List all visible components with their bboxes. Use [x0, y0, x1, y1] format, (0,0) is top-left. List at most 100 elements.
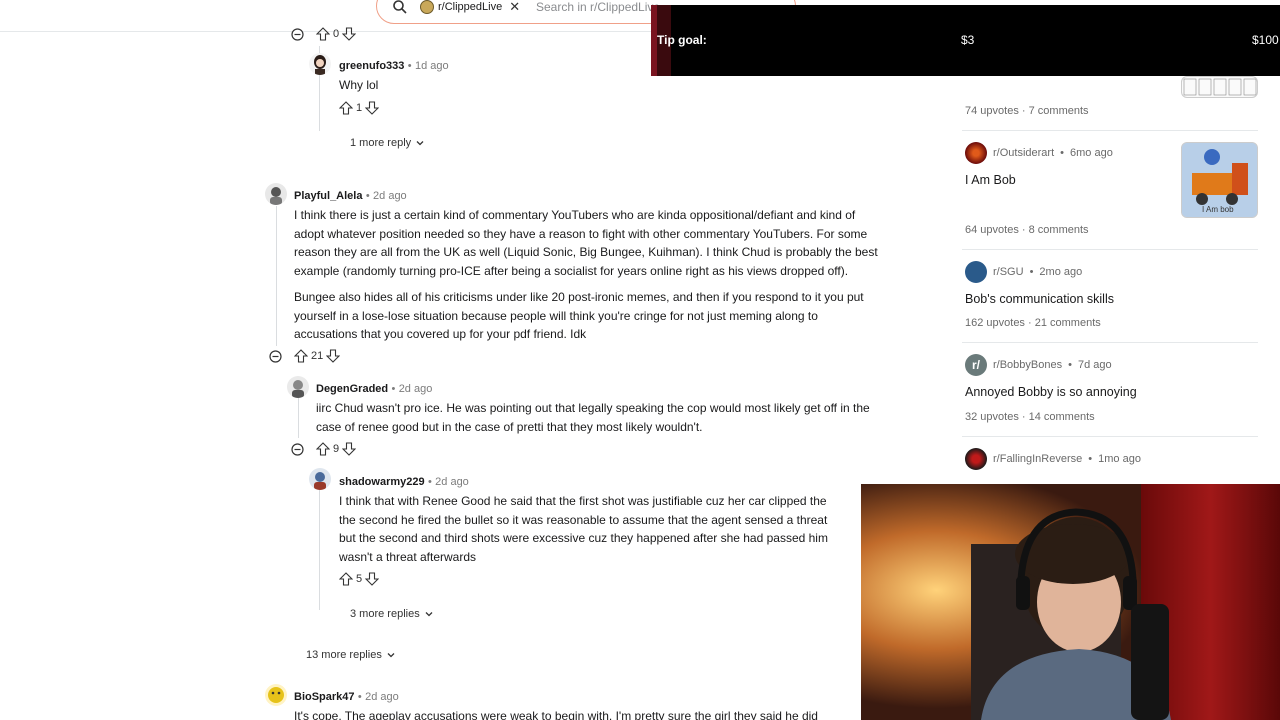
- subreddit-meta[interactable]: r/FallingInReverse • 1mo ago: [965, 448, 1141, 470]
- comment-line: reason they are all from the UK as well …: [294, 245, 878, 259]
- comment-line: Bungee also hides all of his criticisms …: [294, 290, 864, 304]
- post-title[interactable]: I Am Bob: [965, 173, 1016, 187]
- subreddit-meta[interactable]: r/Outsiderart • 6mo ago: [965, 142, 1113, 164]
- post-time: 2mo ago: [1039, 266, 1083, 278]
- post-title[interactable]: Annoyed Bobby is so annoying: [965, 385, 1137, 399]
- upvote-count: 64 upvotes: [965, 224, 1019, 236]
- subreddit-chip[interactable]: r/ClippedLive ✕: [420, 0, 520, 15]
- comment-line: adopt whatever position needed so they h…: [294, 226, 868, 241]
- search-input[interactable]: Search in r/ClippedLive: [536, 0, 660, 14]
- avatar[interactable]: [265, 684, 287, 706]
- webcam-overlay: [861, 484, 1280, 720]
- avatar[interactable]: [309, 53, 331, 75]
- vote-count: 5: [356, 573, 363, 585]
- avatar[interactable]: [265, 183, 287, 205]
- post-stats: 74 upvotes · 7 comments: [965, 105, 1089, 117]
- subreddit-icon: [965, 448, 987, 470]
- dot: •: [427, 476, 432, 488]
- comment-paragraph: I think that with Renee Good he said tha…: [339, 492, 828, 566]
- thread-line: [319, 490, 320, 610]
- upvote-icon[interactable]: [294, 349, 308, 363]
- more-replies-button[interactable]: 1 more reply: [344, 133, 431, 153]
- chevron-down-icon: [425, 612, 433, 617]
- subreddit-name: r/Outsiderart: [993, 147, 1055, 159]
- subreddit-icon: [965, 142, 987, 164]
- username[interactable]: BioSpark47: [294, 691, 355, 703]
- downvote-icon[interactable]: [365, 572, 380, 586]
- vote-row: 9: [316, 442, 357, 456]
- post-stats: 32 upvotes · 14 comments: [965, 411, 1095, 423]
- downvote-icon[interactable]: [342, 442, 357, 456]
- comment-line: yourself in a lose-lose situation becaus…: [294, 308, 818, 323]
- dot: •: [357, 691, 362, 703]
- comment-line: I think that with Renee Good he said tha…: [339, 494, 827, 508]
- downvote-icon[interactable]: [342, 27, 357, 41]
- post-title[interactable]: Bob's communication skills: [965, 292, 1114, 306]
- comment-count: 14 comments: [1028, 411, 1095, 423]
- upvote-count: 74 upvotes: [965, 105, 1019, 117]
- timestamp: 1d ago: [414, 60, 449, 72]
- tip-goal-overlay: Tip goal: $3 $100: [651, 5, 1280, 76]
- divider: [962, 130, 1258, 131]
- comment-count: 8 comments: [1028, 224, 1089, 236]
- downvote-icon[interactable]: [326, 349, 341, 363]
- post-thumbnail[interactable]: [1181, 76, 1258, 98]
- close-icon[interactable]: ✕: [509, 0, 520, 15]
- collapse-icon[interactable]: [291, 443, 304, 456]
- vote-count: 9: [333, 443, 340, 455]
- post-time: 1mo ago: [1098, 453, 1141, 465]
- vote-count: 1: [356, 102, 363, 114]
- avatar[interactable]: [287, 376, 309, 398]
- upvote-icon[interactable]: [316, 27, 330, 41]
- divider: [962, 249, 1258, 250]
- subreddit-name: r/FallingInReverse: [993, 453, 1083, 465]
- comment-line: accusations that you covered up for your…: [294, 327, 587, 341]
- comment-text: It's cope. The ageplay accusations were …: [294, 709, 818, 720]
- search-icon[interactable]: [392, 0, 408, 15]
- downvote-icon[interactable]: [365, 101, 380, 115]
- upvote-count: 162 upvotes: [965, 317, 1025, 329]
- chevron-down-icon: [387, 653, 395, 658]
- subreddit-meta[interactable]: r/SGU • 2mo ago: [965, 261, 1082, 283]
- post-time: 6mo ago: [1070, 147, 1113, 159]
- collapse-icon[interactable]: [291, 28, 304, 41]
- more-replies-button[interactable]: 13 more replies: [300, 645, 402, 665]
- subreddit-icon: [965, 261, 987, 283]
- thread-line: [298, 398, 299, 438]
- post-time: 7d ago: [1077, 359, 1112, 371]
- avatar[interactable]: [309, 468, 331, 490]
- dot: •: [365, 190, 370, 202]
- divider: [962, 436, 1258, 437]
- comment-header: greenufo333 • 1d ago: [339, 58, 449, 72]
- subreddit-icon: r/: [965, 354, 987, 376]
- more-replies-button[interactable]: 3 more replies: [344, 604, 440, 624]
- post-thumbnail[interactable]: I Am bob: [1181, 142, 1258, 218]
- username[interactable]: DegenGraded: [316, 383, 388, 395]
- comment-header: shadowarmy229 • 2d ago: [339, 474, 469, 488]
- upvote-icon[interactable]: [339, 101, 353, 115]
- post-stats: 64 upvotes · 8 comments: [965, 224, 1089, 236]
- comment-line: iirc Chud wasn't pro ice. He was pointin…: [316, 401, 870, 415]
- vote-row: 0: [316, 27, 357, 41]
- comment-header: Playful_Alela • 2d ago: [294, 188, 407, 202]
- vote-row: 5: [339, 572, 380, 586]
- comment-header: BioSpark47 • 2d ago: [294, 689, 399, 703]
- username[interactable]: Playful_Alela: [294, 190, 362, 202]
- post-stats: 162 upvotes · 21 comments: [965, 317, 1101, 329]
- subreddit-avatar: [420, 0, 434, 14]
- comment-line: wasn't a threat afterwards: [339, 549, 477, 564]
- chevron-down-icon: [416, 141, 424, 146]
- comment-header: DegenGraded • 2d ago: [316, 381, 432, 395]
- vote-row: 21: [294, 349, 341, 363]
- upvote-icon[interactable]: [316, 442, 330, 456]
- divider: [962, 342, 1258, 343]
- comment-line: but the second and third shots were exce…: [339, 531, 828, 545]
- collapse-icon[interactable]: [269, 350, 282, 363]
- timestamp: 2d ago: [398, 383, 433, 395]
- username[interactable]: greenufo333: [339, 60, 404, 72]
- subreddit-meta[interactable]: r/ r/BobbyBones • 7d ago: [965, 354, 1112, 376]
- comment-line: I think there is just a certain kind of …: [294, 208, 856, 222]
- upvote-count: 32 upvotes: [965, 411, 1019, 423]
- username[interactable]: shadowarmy229: [339, 476, 425, 488]
- upvote-icon[interactable]: [339, 572, 353, 586]
